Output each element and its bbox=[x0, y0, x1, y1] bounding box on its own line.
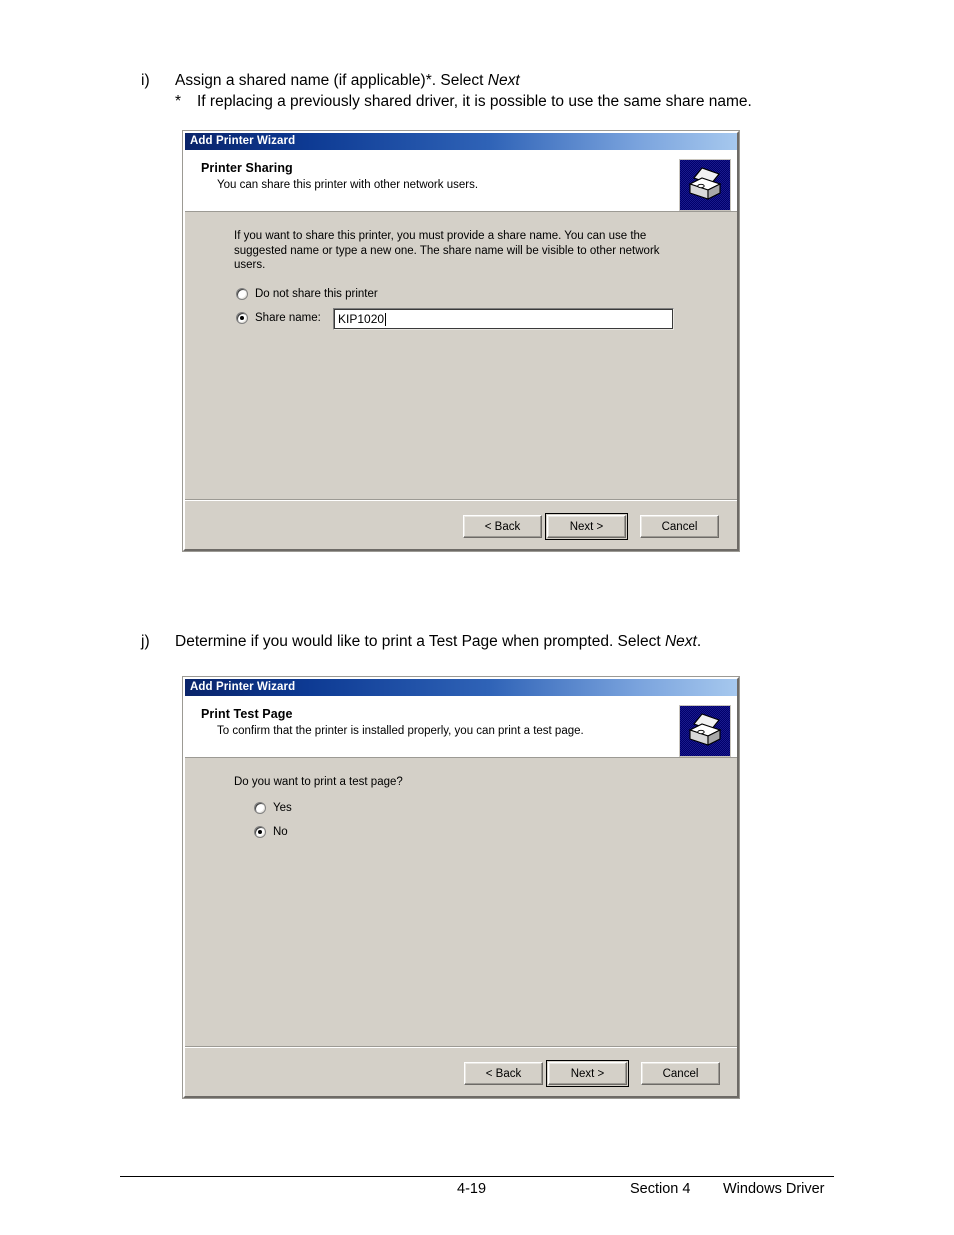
cancel-button[interactable]: Cancel bbox=[641, 1062, 720, 1085]
footer-divider bbox=[120, 1176, 834, 1177]
radio-test-page-no-indicator[interactable] bbox=[254, 826, 266, 838]
printer-icon-glyph bbox=[680, 706, 730, 756]
window-title: Add Printer Wizard bbox=[190, 135, 296, 147]
add-printer-wizard-sharing-dialog[interactable]: Add Printer Wizard Printer Sharing You c… bbox=[183, 131, 739, 551]
button-row-sharing: < Back Next > Cancel bbox=[463, 513, 719, 540]
radio-share-name[interactable]: Share name: bbox=[236, 312, 321, 324]
step-j-marker: j) bbox=[141, 633, 150, 650]
text-caret bbox=[385, 312, 387, 326]
body-test-page: Do you want to print a test page? Yes No bbox=[185, 758, 737, 1038]
next-button[interactable]: Next > bbox=[546, 1060, 629, 1087]
header-title: Print Test Page bbox=[201, 707, 293, 721]
step-i: i) Assign a shared name (if applicable)*… bbox=[141, 70, 901, 112]
footer-section: Section 4 bbox=[630, 1181, 691, 1197]
next-button[interactable]: Next > bbox=[545, 513, 628, 540]
cancel-button[interactable]: Cancel bbox=[640, 515, 719, 538]
body-sharing: If you want to share this printer, you m… bbox=[185, 212, 737, 491]
footer-separator-test-page bbox=[185, 1046, 737, 1048]
footer-page-number: 4-19 bbox=[457, 1181, 487, 1197]
share-name-value: KIP1020 bbox=[338, 312, 385, 326]
radio-share-name-indicator[interactable] bbox=[236, 312, 248, 324]
radio-do-not-share-indicator[interactable] bbox=[236, 288, 248, 300]
radio-share-name-label: Share name: bbox=[255, 312, 321, 324]
titlebar-sharing[interactable]: Add Printer Wizard bbox=[185, 133, 737, 150]
step-i-note: * If replacing a previously shared drive… bbox=[175, 91, 901, 112]
step-j-tail: . bbox=[696, 633, 702, 650]
footer-separator-sharing bbox=[185, 499, 737, 501]
step-i-note-text: If replacing a previously shared driver,… bbox=[197, 93, 752, 110]
back-button[interactable]: < Back bbox=[464, 1062, 543, 1085]
titlebar-test-page[interactable]: Add Printer Wizard bbox=[185, 679, 737, 696]
header-test-page: Print Test Page To confirm that the prin… bbox=[185, 696, 737, 758]
step-i-line: Assign a shared name (if applicable)*. S… bbox=[175, 70, 901, 91]
step-j-line: Determine if you would like to print a T… bbox=[175, 631, 921, 652]
radio-test-page-yes-indicator[interactable] bbox=[254, 802, 266, 814]
page-footer: 4-19 Section 4 Windows Driver bbox=[120, 1176, 834, 1201]
step-i-emphasis: Next bbox=[487, 72, 520, 89]
radio-do-not-share[interactable]: Do not share this printer bbox=[236, 288, 378, 300]
test-page-question: Do you want to print a test page? bbox=[234, 776, 403, 788]
step-i-text: Assign a shared name (if applicable)*. S… bbox=[175, 72, 488, 89]
radio-test-page-yes[interactable]: Yes bbox=[254, 802, 292, 814]
header-subtitle: You can share this printer with other ne… bbox=[217, 179, 479, 191]
sharing-description: If you want to share this printer, you m… bbox=[234, 230, 660, 271]
radio-test-page-yes-label: Yes bbox=[273, 802, 292, 814]
back-button[interactable]: < Back bbox=[463, 515, 542, 538]
radio-test-page-no-label: No bbox=[273, 826, 288, 838]
printer-icon-glyph bbox=[680, 160, 730, 210]
step-i-note-marker: * bbox=[175, 93, 182, 110]
radio-test-page-no[interactable]: No bbox=[254, 826, 288, 838]
step-i-marker: i) bbox=[141, 72, 150, 89]
header-subtitle: To confirm that the printer is installed… bbox=[217, 725, 584, 737]
add-printer-wizard-test-page-dialog[interactable]: Add Printer Wizard Print Test Page To co… bbox=[183, 677, 739, 1098]
footer-chapter: Windows Driver bbox=[723, 1181, 825, 1197]
printer-icon bbox=[679, 705, 731, 757]
radio-do-not-share-label: Do not share this printer bbox=[255, 288, 378, 300]
step-j-emphasis: Next bbox=[664, 633, 697, 650]
printer-icon bbox=[679, 159, 731, 211]
share-name-input[interactable]: KIP1020 bbox=[333, 308, 674, 330]
step-j: j) Determine if you would like to print … bbox=[141, 631, 921, 652]
step-j-text: Determine if you would like to print a T… bbox=[175, 633, 665, 650]
header-title: Printer Sharing bbox=[201, 161, 293, 175]
header-sharing: Printer Sharing You can share this print… bbox=[185, 150, 737, 212]
window-title: Add Printer Wizard bbox=[190, 681, 296, 693]
button-row-test-page: < Back Next > Cancel bbox=[464, 1060, 720, 1087]
